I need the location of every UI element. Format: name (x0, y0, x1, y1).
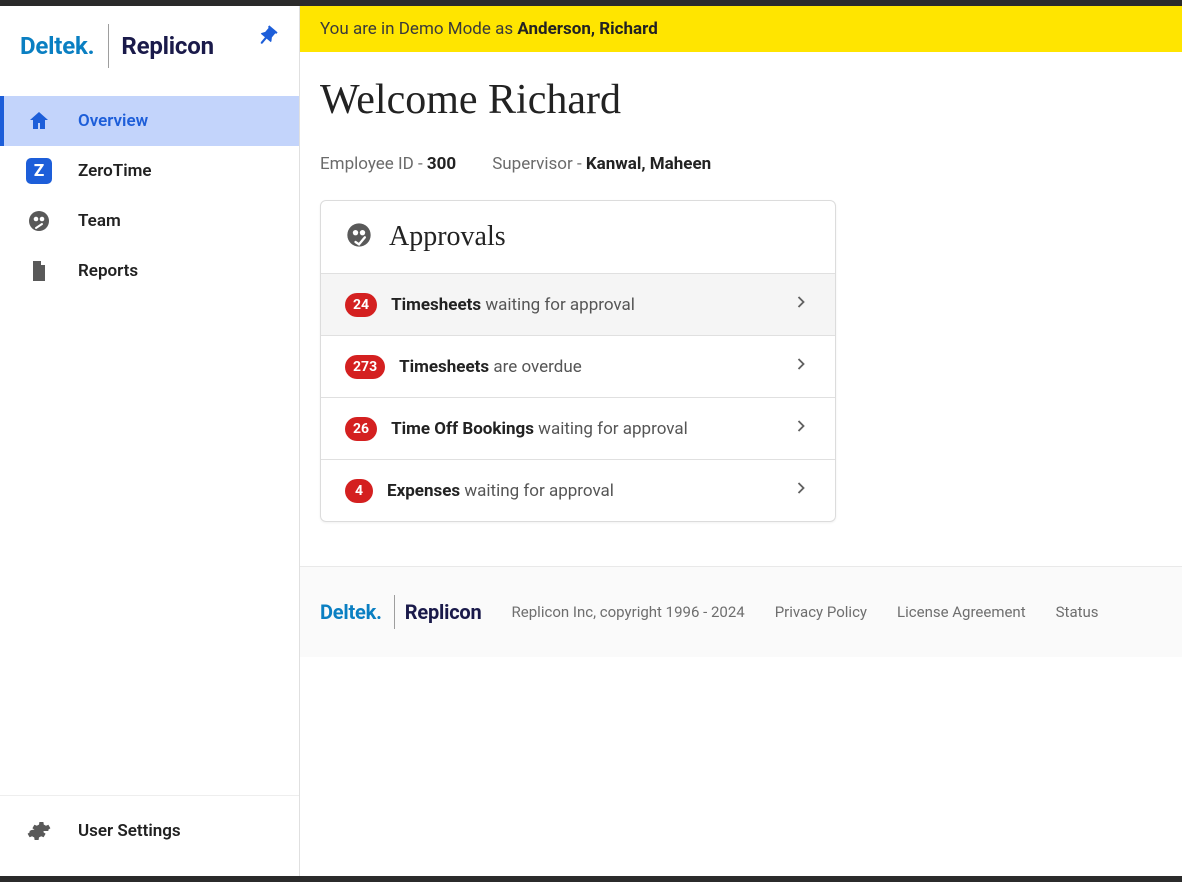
brand-deltek: Deltek. (20, 32, 94, 60)
main: You are in Demo Mode as Anderson, Richar… (300, 6, 1182, 876)
nav: Overview Z ZeroTime Team Reports (0, 96, 299, 795)
reports-icon (26, 258, 52, 284)
sidebar-bottom: User Settings (0, 795, 299, 876)
employee-meta: Employee ID - 300 Supervisor - Kanwal, M… (320, 154, 1162, 174)
sidebar-item-zerotime[interactable]: Z ZeroTime (0, 146, 299, 196)
brand-block: Deltek. Replicon (0, 6, 299, 86)
chevron-right-icon (791, 478, 811, 503)
approvals-item-text: Timesheets waiting for approval (391, 295, 635, 315)
demo-banner: You are in Demo Mode as Anderson, Richar… (300, 6, 1182, 52)
approvals-title: Approvals (389, 221, 506, 253)
sidebar-item-label: Overview (78, 111, 148, 131)
count-badge: 4 (345, 479, 373, 503)
approvals-header: Approvals (321, 201, 835, 274)
sidebar-item-user-settings[interactable]: User Settings (0, 806, 299, 856)
brand-deltek: Deltek. (320, 600, 382, 624)
employee-id: Employee ID - 300 (320, 154, 456, 174)
approvals-item-text: Time Off Bookings waiting for approval (391, 419, 688, 439)
page-title: Welcome Richard (320, 76, 1162, 124)
approvals-item-expenses-waiting[interactable]: 4 Expenses waiting for approval (321, 460, 835, 521)
demo-banner-text: You are in Demo Mode as (320, 19, 517, 39)
content: Welcome Richard Employee ID - 300 Superv… (300, 52, 1182, 522)
brand-replicon: Replicon (121, 32, 213, 60)
approvals-card: Approvals 24 Timesheets waiting for appr… (320, 200, 836, 522)
supervisor: Supervisor - Kanwal, Maheen (492, 154, 711, 174)
sidebar-item-team[interactable]: Team (0, 196, 299, 246)
approvals-item-timesheets-overdue[interactable]: 273 Timesheets are overdue (321, 336, 835, 398)
approvals-icon (345, 221, 373, 253)
zerotime-icon: Z (26, 158, 52, 184)
count-badge: 24 (345, 293, 377, 317)
footer: Deltek. Replicon Replicon Inc, copyright… (300, 566, 1182, 657)
footer-status-link[interactable]: Status (1056, 603, 1099, 621)
sidebar-item-label: Reports (78, 261, 138, 281)
sidebar-item-reports[interactable]: Reports (0, 246, 299, 296)
approvals-item-text: Expenses waiting for approval (387, 481, 614, 501)
footer-copyright: Replicon Inc, copyright 1996 - 2024 (512, 603, 745, 621)
approvals-item-timesheets-waiting[interactable]: 24 Timesheets waiting for approval (321, 274, 835, 336)
count-badge: 273 (345, 355, 385, 379)
demo-banner-user: Anderson, Richard (517, 19, 657, 39)
sidebar: Deltek. Replicon Overview Z ZeroTime (0, 6, 300, 876)
footer-brand: Deltek. Replicon (320, 595, 482, 629)
approvals-item-text: Timesheets are overdue (399, 357, 582, 377)
sidebar-item-overview[interactable]: Overview (0, 96, 299, 146)
sidebar-item-label: Team (78, 211, 121, 231)
brand-divider (394, 595, 395, 629)
pin-icon[interactable] (255, 24, 281, 54)
footer-privacy-link[interactable]: Privacy Policy (775, 603, 867, 621)
footer-license-link[interactable]: License Agreement (897, 603, 1026, 621)
gear-icon (26, 818, 52, 844)
count-badge: 26 (345, 417, 377, 441)
sidebar-item-label: User Settings (78, 821, 181, 841)
home-icon (26, 108, 52, 134)
chevron-right-icon (791, 416, 811, 441)
brand-divider (108, 24, 109, 68)
chevron-right-icon (791, 292, 811, 317)
team-icon (26, 208, 52, 234)
approvals-item-timeoff-waiting[interactable]: 26 Time Off Bookings waiting for approva… (321, 398, 835, 460)
chevron-right-icon (791, 354, 811, 379)
brand-replicon: Replicon (405, 600, 482, 624)
sidebar-item-label: ZeroTime (78, 161, 152, 181)
